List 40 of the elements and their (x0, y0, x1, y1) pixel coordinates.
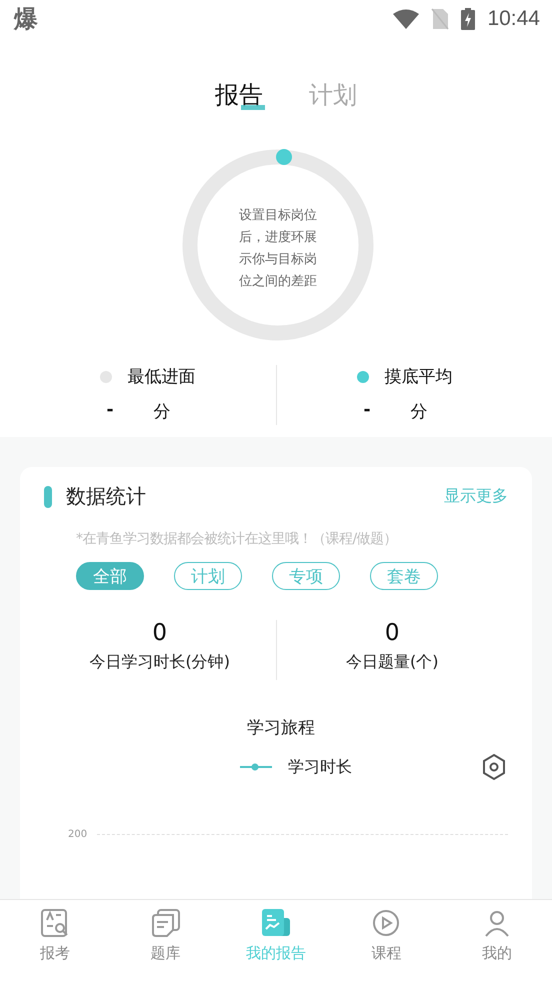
filter-chip[interactable]: 全部 (76, 562, 144, 590)
score-label: 最低进面 (128, 366, 196, 388)
play-circle-icon (371, 908, 402, 938)
nav-tab[interactable]: 报考 (0, 900, 110, 983)
filter-chip[interactable]: 套卷 (370, 562, 438, 590)
card-title: 数据统计 (66, 483, 146, 510)
filter-chip[interactable]: 专项 (272, 562, 340, 590)
score-unit: 分 (154, 401, 171, 424)
title-accent-bar (44, 486, 52, 508)
nav-tab[interactable]: 我的 (442, 900, 552, 983)
metric-value: 0 (152, 620, 168, 646)
metric-value: 0 (384, 620, 400, 646)
axis-tick-label: 200 (68, 829, 88, 840)
clock-time: 10:44 (487, 6, 540, 31)
legend-line-icon (240, 763, 272, 771)
legend-label: 学习时长 (288, 756, 352, 778)
report-chart-icon (261, 908, 292, 938)
score-value: - (363, 400, 371, 422)
score-label: 摸底平均 (384, 366, 452, 388)
nav-tab[interactable]: 我的报告 (220, 900, 332, 983)
score-unit: 分 (410, 401, 428, 424)
filter-chip[interactable]: 计划 (174, 562, 242, 590)
nav-tab[interactable]: 课程 (331, 900, 442, 983)
chart-title: 学习旅程 (246, 717, 316, 739)
ring-hint-text: 设置目标岗位后，进度环展示你与目标岗位之间的差距 (238, 207, 318, 292)
nav-tab[interactable]: 题库 (110, 900, 221, 983)
settings-icon[interactable] (482, 753, 506, 781)
no-sim-icon (431, 8, 450, 30)
score-value: - (106, 400, 114, 422)
stacked-cards-icon (150, 908, 181, 938)
note-text: *在青鱼学习数据都会被统计在这里哦！（课程/做题） (76, 530, 398, 548)
app-notification-glyph: 爆 (14, 4, 38, 35)
metric-label: 今日学习时长(分钟) (90, 652, 230, 673)
tab[interactable]: 报告 (215, 79, 263, 112)
metric-label: 今日题量(个) (346, 652, 438, 673)
battery-charging-icon (461, 8, 476, 30)
wifi-icon (393, 8, 420, 29)
tab[interactable]: 计划 (309, 79, 357, 112)
document-search-icon (40, 908, 70, 938)
show-more-link[interactable]: 显示更多 (444, 486, 508, 507)
